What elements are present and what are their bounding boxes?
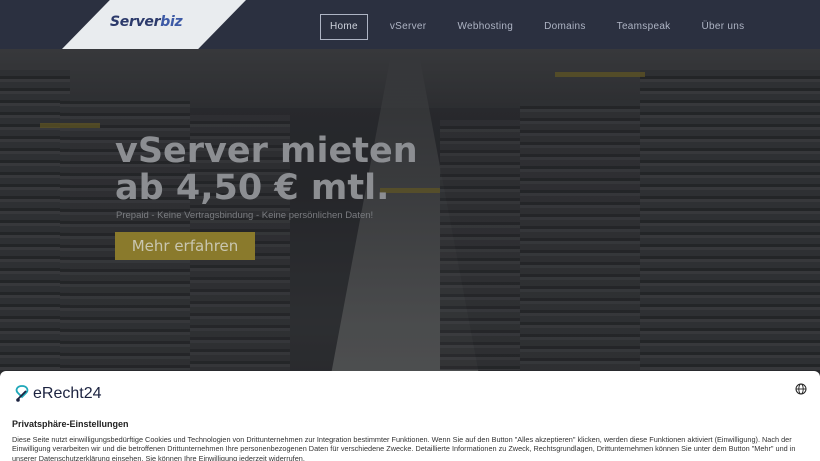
hero-headline: vServer mieten ab 4,50 € mtl.: [115, 133, 418, 207]
main-nav: Home vServer Webhosting Domains Teamspea…: [320, 14, 766, 40]
nav-item-webhosting[interactable]: Webhosting: [448, 14, 522, 40]
nav-item-vserver[interactable]: vServer: [381, 14, 436, 40]
globe-icon[interactable]: [795, 383, 807, 395]
nav-item-home[interactable]: Home: [320, 14, 368, 40]
consent-text: Diese Seite nutzt einwilligungsbedürftig…: [12, 435, 796, 461]
nav-item-teamspeak[interactable]: Teamspeak: [608, 14, 680, 40]
hero-headline-line1: vServer mieten: [115, 131, 418, 171]
site-logo[interactable]: Serverbiz: [110, 14, 183, 30]
erecht24-logo: eRecht24: [12, 384, 102, 404]
consent-title: Privatsphäre-Einstellungen: [12, 419, 129, 429]
logo-text-server: Server: [110, 14, 161, 30]
logo-text-biz: biz: [160, 14, 183, 30]
navbar: Serverbiz Home vServer Webhosting Domain…: [0, 0, 820, 49]
hero-headline-line2: ab 4,50 € mtl.: [115, 168, 390, 208]
nav-item-domains[interactable]: Domains: [535, 14, 595, 40]
hero-subline: Prepaid - Keine Vertragsbindung - Keine …: [116, 210, 374, 221]
mehr-erfahren-button[interactable]: Mehr erfahren: [115, 232, 255, 260]
erecht24-logo-text: eRecht24: [33, 385, 102, 402]
nav-item-ueber-uns[interactable]: Über uns: [692, 14, 753, 40]
erecht24-logo-icon: [15, 385, 29, 402]
